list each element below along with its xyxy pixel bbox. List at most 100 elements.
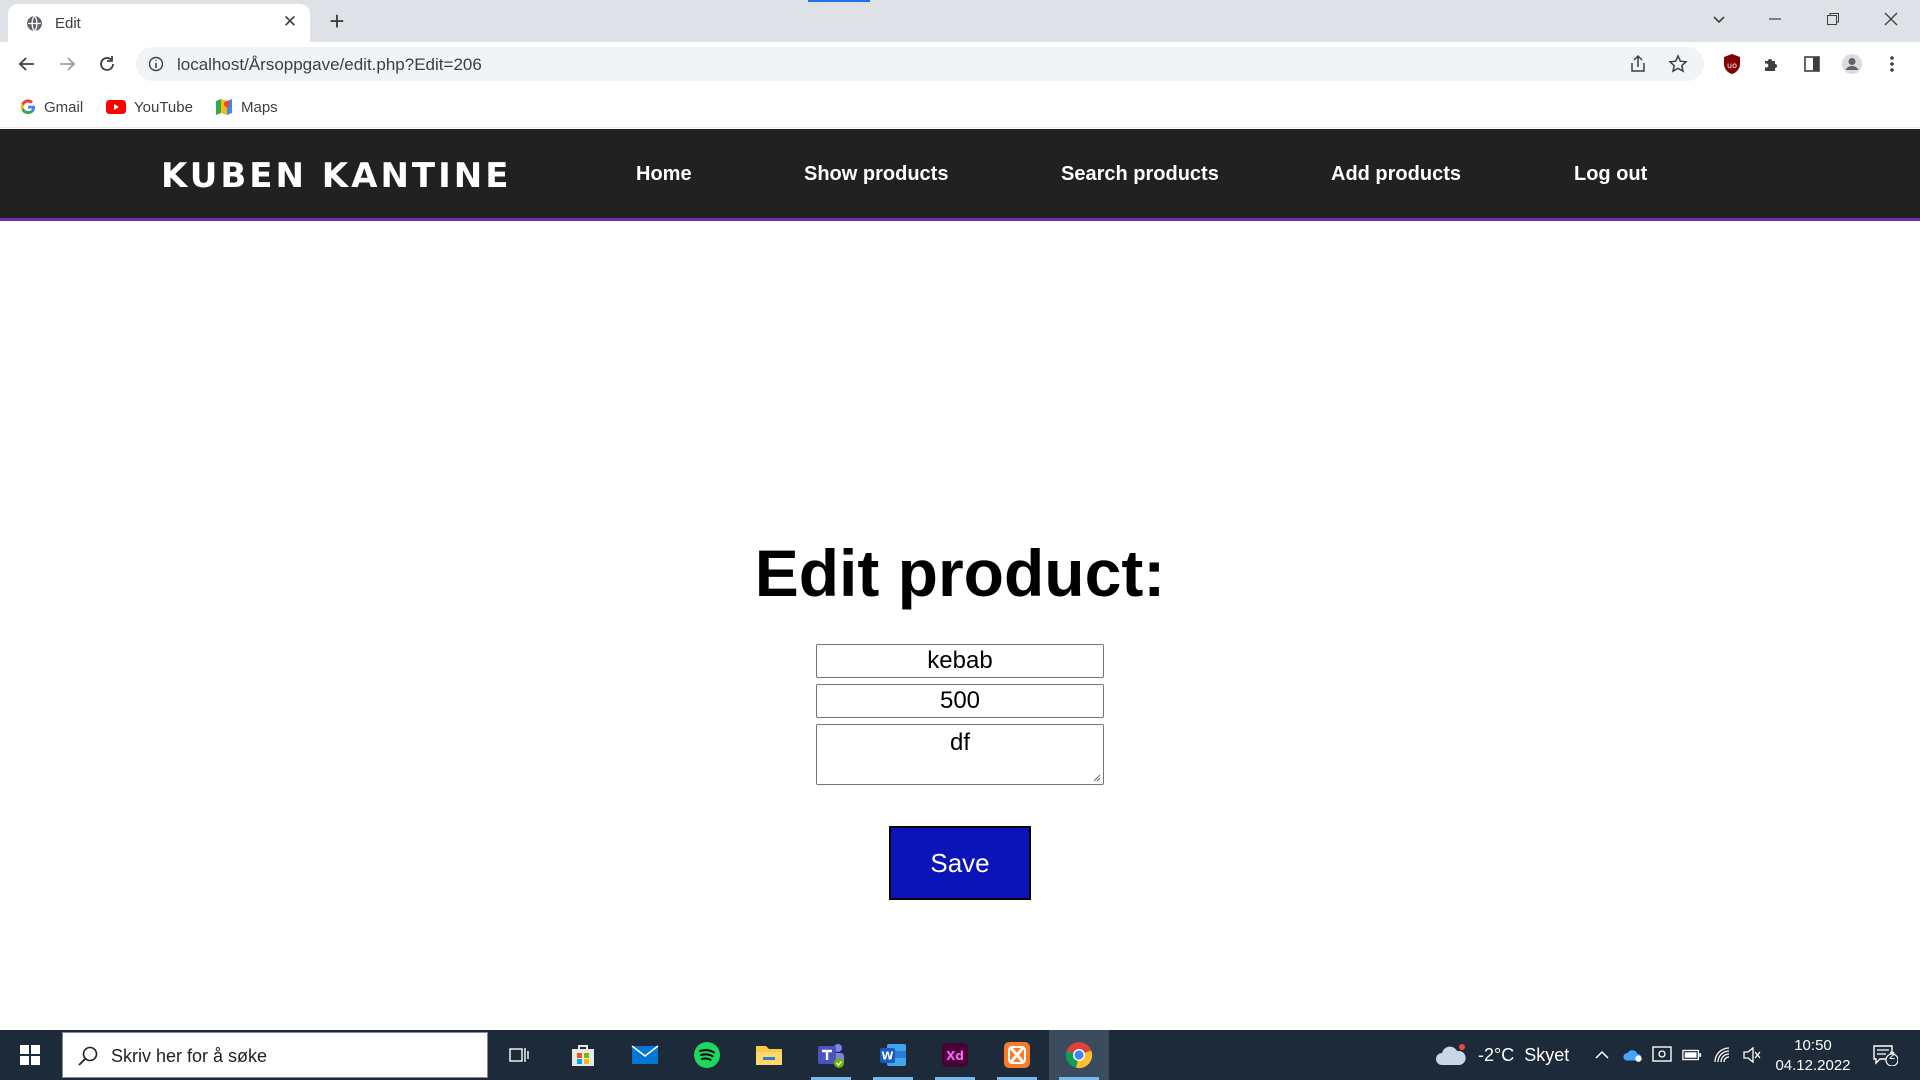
- taskbar-chrome[interactable]: [1049, 1030, 1109, 1080]
- taskbar-spotify[interactable]: [677, 1030, 737, 1080]
- taskbar-store[interactable]: [553, 1030, 613, 1080]
- nav-add-products[interactable]: Add products: [1331, 163, 1461, 186]
- nav-show-products[interactable]: Show products: [804, 163, 948, 186]
- taskbar-clock[interactable]: 10:50 04.12.2022: [1768, 1036, 1858, 1076]
- maps-icon: [216, 99, 232, 115]
- globe-icon: [27, 15, 42, 32]
- adobe-xd-icon: Xd: [942, 1043, 968, 1067]
- forward-button[interactable]: [53, 50, 81, 78]
- ublock-extension-icon[interactable]: uo: [1721, 53, 1743, 75]
- browser-tab-edit[interactable]: Edit ✕: [8, 4, 310, 42]
- arrow-right-icon: [60, 57, 76, 71]
- reload-icon: [100, 56, 114, 71]
- volume-tray[interactable]: [1742, 1045, 1762, 1065]
- taskbar-adobe-xd[interactable]: Xd: [925, 1030, 985, 1080]
- folder-icon: [756, 1046, 782, 1065]
- network-tray[interactable]: [1713, 1045, 1733, 1065]
- bookmark-gmail[interactable]: Gmail: [20, 96, 83, 118]
- restore-button[interactable]: [1810, 0, 1856, 38]
- address-bar[interactable]: localhost/Årsoppgave/edit.php?Edit=206: [136, 47, 1704, 81]
- volume-muted-icon: [1743, 1046, 1761, 1064]
- close-icon: [1884, 12, 1898, 26]
- clock-date: 04.12.2022: [1775, 1057, 1851, 1074]
- browser-toolbar: localhost/Årsoppgave/edit.php?Edit=206 u…: [0, 42, 1920, 86]
- chevron-down-icon: [1713, 16, 1725, 24]
- reload-button[interactable]: [93, 50, 121, 78]
- taskbar-teams[interactable]: [801, 1030, 861, 1080]
- taskbar-word[interactable]: W: [863, 1030, 923, 1080]
- taskbar-xampp[interactable]: [987, 1030, 1047, 1080]
- windows-logo-icon: [20, 1045, 40, 1065]
- site-brand[interactable]: KUBEN KANTINE: [161, 156, 511, 196]
- cloud-icon: [1436, 1044, 1466, 1065]
- task-view-icon: [509, 1048, 529, 1062]
- extensions-button[interactable]: [1761, 53, 1783, 75]
- notification-center[interactable]: 2: [1870, 1043, 1900, 1067]
- tab-title: Edit: [55, 15, 81, 32]
- svg-text:W: W: [881, 1050, 893, 1063]
- nav-search-products[interactable]: Search products: [1061, 163, 1219, 186]
- clock-time: 10:50: [1794, 1037, 1832, 1054]
- youtube-icon: [106, 100, 126, 114]
- chrome-icon: [1065, 1042, 1093, 1069]
- weather-temperature: -2°C: [1478, 1044, 1515, 1065]
- wifi-icon: [1714, 1047, 1730, 1063]
- close-window-button[interactable]: [1868, 0, 1914, 38]
- onedrive-tray[interactable]: [1623, 1045, 1643, 1065]
- back-button[interactable]: [13, 50, 41, 78]
- info-icon[interactable]: [148, 56, 164, 72]
- weather-widget[interactable]: -2°C Skyet: [1434, 1030, 1569, 1080]
- new-tab-button[interactable]: +: [324, 8, 350, 35]
- arrow-left-icon: [18, 57, 34, 71]
- mail-icon: [631, 1045, 659, 1064]
- bookmark-star-icon[interactable]: [1668, 54, 1688, 74]
- puzzle-icon: [1765, 59, 1777, 71]
- teams-icon: [818, 1044, 844, 1068]
- onedrive-icon: [1623, 1050, 1642, 1062]
- nav-home[interactable]: Home: [636, 163, 692, 186]
- shield-icon: uo: [1724, 54, 1740, 74]
- url-text[interactable]: localhost/Årsoppgave/edit.php?Edit=206: [177, 55, 482, 75]
- battery-tray[interactable]: [1682, 1045, 1702, 1065]
- close-tab-icon[interactable]: ✕: [280, 12, 300, 32]
- profile-button[interactable]: [1841, 53, 1863, 75]
- bookmark-label: Gmail: [44, 98, 84, 116]
- page-title: Edit product:: [754, 536, 1166, 610]
- product-price-input[interactable]: 500: [816, 684, 1104, 718]
- product-name-input[interactable]: kebab: [816, 644, 1104, 678]
- windows-taskbar: Skriv her for å søke W Xd -2°C Skyet 10:…: [0, 1030, 1920, 1080]
- taskbar-search-placeholder: Skriv her for å søke: [111, 1046, 268, 1066]
- battery-icon: [1682, 1049, 1702, 1061]
- minimize-button[interactable]: [1752, 0, 1798, 38]
- side-panel-button[interactable]: [1801, 53, 1823, 75]
- tab-search-button[interactable]: [1696, 0, 1742, 38]
- description-text: df: [949, 729, 970, 756]
- show-hidden-icons[interactable]: [1592, 1045, 1612, 1065]
- taskbar-mail[interactable]: [615, 1030, 675, 1080]
- minimize-icon: [1769, 18, 1781, 20]
- store-icon: [572, 1045, 594, 1066]
- product-description-textarea[interactable]: df: [816, 724, 1104, 785]
- save-button[interactable]: Save: [889, 826, 1031, 900]
- start-button[interactable]: [0, 1030, 60, 1080]
- bookmark-youtube[interactable]: YouTube: [106, 96, 193, 118]
- spotify-icon: [694, 1042, 720, 1068]
- xampp-icon: [1004, 1042, 1030, 1068]
- browser-tab-strip: Edit ✕ +: [0, 0, 1920, 42]
- avatar-icon: [1842, 54, 1862, 74]
- bookmark-label: YouTube: [134, 98, 193, 116]
- browser-menu-button[interactable]: [1881, 53, 1903, 75]
- nav-log-out[interactable]: Log out: [1574, 163, 1647, 186]
- chevron-up-icon: [1595, 1050, 1609, 1059]
- bookmarks-bar: Gmail YouTube Maps: [0, 86, 1920, 128]
- bookmark-label: Maps: [241, 98, 278, 116]
- taskbar-search-box[interactable]: Skriv her for å søke: [62, 1032, 488, 1078]
- task-view-button[interactable]: [490, 1030, 550, 1080]
- taskbar-file-explorer[interactable]: [739, 1030, 799, 1080]
- notification-count: 2: [1888, 1050, 1896, 1062]
- kebab-menu-icon: [1890, 56, 1894, 72]
- bookmark-maps[interactable]: Maps: [215, 96, 278, 118]
- share-icon[interactable]: [1628, 54, 1648, 74]
- resize-grip-icon[interactable]: [1091, 772, 1101, 782]
- meet-now-tray[interactable]: [1652, 1045, 1672, 1065]
